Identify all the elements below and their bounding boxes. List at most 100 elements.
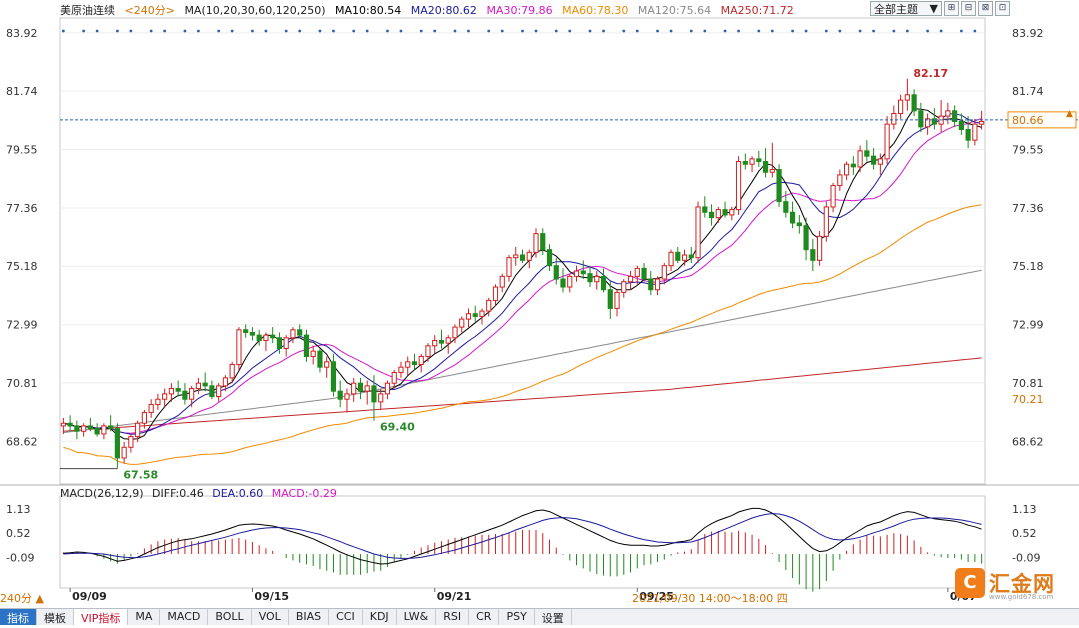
candle-body: [135, 422, 141, 438]
event-marker: [689, 29, 693, 33]
candle-body: [276, 337, 283, 349]
candle-body: [492, 286, 499, 301]
ma-label[interactable]: MA(10,20,30,60,120,250): [184, 4, 325, 17]
candle-body: [958, 120, 964, 130]
candle-body: [864, 150, 870, 157]
event-marker: [500, 29, 504, 33]
price-tick-right: 83.92: [1012, 27, 1044, 40]
price-tick-left: 81.74: [6, 85, 38, 98]
macd-label[interactable]: MACD(26,12,9): [60, 487, 144, 500]
tab-lw[interactable]: LW&: [397, 609, 437, 625]
period-label[interactable]: <240分>: [125, 4, 175, 17]
candle-body: [594, 275, 600, 283]
event-marker: [298, 29, 302, 33]
price-tick-left: 83.92: [6, 27, 38, 40]
event-marker: [939, 29, 943, 33]
candle-body: [634, 267, 640, 277]
candle-body: [513, 254, 519, 259]
symbol-label: 美原油连续: [60, 4, 115, 17]
candle-body: [270, 334, 276, 339]
candle-body: [843, 163, 850, 176]
tab-cci[interactable]: CCI: [329, 609, 363, 625]
event-marker: [757, 29, 761, 33]
candle-body: [735, 161, 742, 211]
candle-body: [823, 206, 829, 237]
tab-indicator[interactable]: 指标: [0, 609, 37, 625]
candle-body: [459, 318, 465, 328]
candle-body: [816, 235, 823, 261]
tab-cr[interactable]: CR: [469, 609, 500, 625]
event-marker: [872, 29, 875, 33]
ma120-line: [63, 269, 982, 434]
candle-body: [398, 366, 404, 374]
candle-body: [418, 355, 424, 365]
event-marker: [905, 29, 909, 33]
x-tick-label: 09/09: [72, 590, 107, 603]
marker-price-label: 70.21: [1012, 393, 1044, 406]
candle-body: [243, 329, 249, 333]
candle-body: [303, 334, 310, 357]
dea-value: DEA:0.60: [212, 487, 264, 500]
event-marker: [251, 29, 254, 33]
candle-body: [60, 422, 66, 427]
candle-body: [715, 209, 721, 219]
tab-macd[interactable]: MACD: [160, 609, 209, 625]
macd-tick-right: 0.52: [1012, 527, 1037, 540]
event-marker: [149, 29, 153, 33]
candle-body: [384, 382, 391, 395]
tab-settings[interactable]: 设置: [535, 609, 572, 625]
candle-body: [249, 331, 256, 336]
zoom-in-icon[interactable]: ⊞: [944, 1, 959, 16]
candle-body: [67, 422, 73, 427]
event-marker: [824, 29, 828, 33]
event-marker: [318, 29, 322, 33]
candle-body: [580, 270, 586, 275]
tab-kdj[interactable]: KDJ: [363, 609, 397, 625]
theme-select-label: 全部主题: [874, 2, 918, 16]
event-marker: [115, 29, 119, 33]
candle-body: [830, 185, 836, 208]
event-marker: [82, 29, 86, 33]
candle-body: [114, 428, 120, 459]
candle-body: [783, 201, 789, 213]
price-tick-left: 75.18: [6, 260, 38, 273]
tab-template[interactable]: 模板: [37, 609, 74, 625]
diff-value: DIFF:0.46: [152, 487, 204, 500]
tab-ma[interactable]: MA: [128, 609, 161, 625]
event-marker: [264, 29, 268, 33]
tab-rsi[interactable]: RSI: [436, 609, 470, 625]
zoom-out-icon[interactable]: ⊟: [961, 1, 976, 16]
candle-body: [256, 334, 262, 341]
period-switch[interactable]: 240分 ▲: [0, 590, 44, 606]
event-marker: [399, 29, 403, 33]
candle-body: [560, 278, 566, 288]
event-marker: [737, 29, 740, 33]
tab-vip[interactable]: VIP指标: [74, 609, 129, 625]
candle-body: [688, 254, 694, 259]
ma20-line: [63, 113, 982, 435]
price-tick-left: 68.62: [6, 435, 38, 448]
kline-chart[interactable]: 83.92 83.92 81.74 81.74 79.55 79.55 77.36 77.36…: [0, 0, 1079, 625]
tab-bias[interactable]: BIAS: [289, 609, 330, 625]
chart-canvas[interactable]: 83.92 83.92 81.74 81.74 79.55 79.55 77.36 77.36…: [0, 0, 1079, 625]
low-annotation: 69.40: [380, 421, 415, 434]
ma250-line: [63, 357, 982, 432]
candle-body: [357, 382, 364, 392]
price-tick-right: 70.81: [1012, 377, 1044, 390]
price-header: 美原油连续 <240分> MA(10,20,30,60,120,250) MA1…: [60, 2, 800, 18]
tab-vol[interactable]: VOL: [252, 609, 289, 625]
theme-select[interactable]: 全部主题 ▼: [870, 1, 942, 16]
macd-header: MACD(26,12,9) DIFF:0.46 DEA:0.60 MACD:-0…: [60, 487, 342, 500]
candle-body: [708, 211, 715, 219]
candle-body: [168, 388, 174, 395]
tab-boll[interactable]: BOLL: [208, 609, 252, 625]
tab-psy[interactable]: PSY: [499, 609, 535, 625]
price-tick-right: 81.74: [1012, 85, 1044, 98]
macd-tick-left: 0.52: [6, 527, 31, 540]
price-tick-right: 75.18: [1012, 260, 1044, 273]
grid-icon[interactable]: ⊠: [978, 1, 993, 16]
candle-body: [877, 158, 883, 165]
fit-icon[interactable]: ⊡: [995, 1, 1010, 16]
price-tick-left: 70.81: [6, 377, 38, 390]
candle-body: [351, 382, 357, 395]
